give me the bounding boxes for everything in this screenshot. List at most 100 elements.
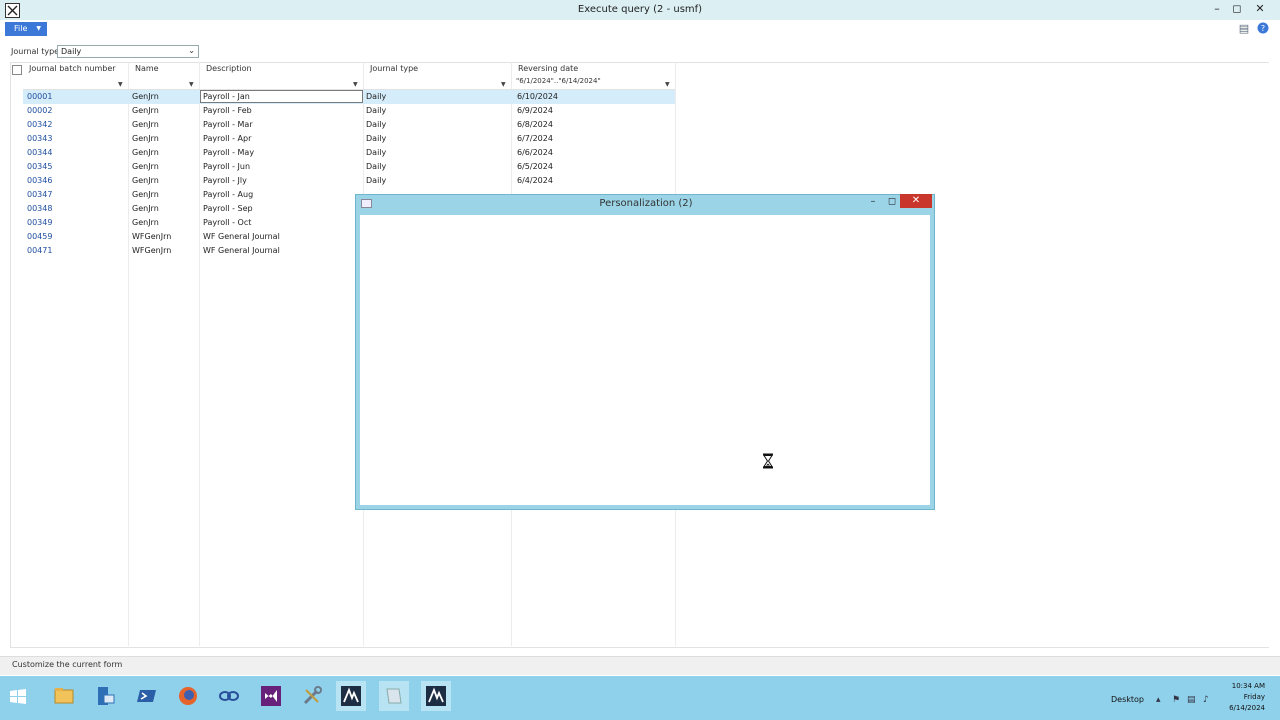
column-header-reversing-date[interactable]: Reversing date [518, 64, 578, 73]
journal-type-select[interactable]: Daily ⌄ [57, 45, 199, 58]
firefox-icon[interactable] [173, 681, 203, 711]
table-row[interactable]: 00345 GenJrn Payroll - Jun Daily 6/5/2024 [23, 160, 675, 174]
name-cell: GenJrn [132, 120, 159, 129]
batch-number-cell: 00343 [27, 134, 53, 143]
popup-minimize-icon[interactable]: – [865, 196, 881, 208]
close-icon[interactable]: ✕ [1249, 1, 1271, 17]
column-header-journal-type[interactable]: Journal type [370, 64, 418, 73]
description-cell: Payroll - Jun [203, 162, 251, 171]
maximize-icon[interactable]: ◻ [1226, 1, 1248, 17]
status-text: Customize the current form [12, 660, 123, 669]
filter-arrow-icon[interactable]: ▼ [353, 81, 358, 88]
powershell-icon[interactable] [132, 681, 162, 711]
chevron-down-icon: ⌄ [188, 46, 195, 55]
popup-body [360, 215, 930, 505]
clock-day: Friday [1243, 693, 1265, 701]
batch-number-cell: 00348 [27, 204, 53, 213]
file-menu-label: File [14, 24, 28, 33]
popup-title: Personalization (2) [599, 198, 693, 209]
table-row[interactable]: 00002 GenJrn Payroll - Feb Daily 6/9/2024 [23, 104, 675, 118]
description-cell: Payroll - Aug [203, 190, 254, 199]
description-cell: Payroll - Jly [203, 176, 247, 185]
select-all-checkbox[interactable] [12, 65, 22, 75]
dynamics-ax-client-icon[interactable] [421, 681, 451, 711]
table-row[interactable]: 00344 GenJrn Payroll - May Daily 6/6/2024 [23, 146, 675, 160]
start-windows-icon[interactable] [3, 681, 33, 711]
name-cell: WFGenJrn [132, 232, 172, 241]
reversing-date-cell: 6/10/2024 [517, 92, 559, 101]
batch-number-cell: 00342 [27, 120, 53, 129]
table-row[interactable]: 00001 GenJrn Payroll - Jan Daily 6/10/2024 [23, 90, 675, 104]
visual-studio-icon[interactable] [256, 681, 286, 711]
desktop-toolbar-label[interactable]: Desktop [1111, 695, 1144, 704]
journal-type-cell: Daily [366, 134, 387, 143]
name-cell: GenJrn [132, 92, 159, 101]
description-cell: WF General Journal [203, 232, 280, 241]
window-menu-icon[interactable] [361, 199, 372, 208]
system-clock[interactable]: 10:34 AM Friday 6/14/2024 [1205, 681, 1265, 714]
name-cell: GenJrn [132, 218, 159, 227]
name-cell: GenJrn [132, 176, 159, 185]
reversing-date-cell: 6/4/2024 [517, 176, 553, 185]
table-row[interactable]: 00342 GenJrn Payroll - Mar Daily 6/8/2024 [23, 118, 675, 132]
journal-type-cell: Daily [366, 176, 387, 185]
reversing-date-cell: 6/9/2024 [517, 106, 553, 115]
window-title-bar: Execute query (2 - usmf) [0, 0, 1280, 21]
batch-number-cell: 00349 [27, 218, 53, 227]
journal-type-label: Journal type: [11, 47, 62, 56]
popup-close-icon[interactable]: ✕ [900, 194, 932, 208]
window-title: Execute query (2 - usmf) [577, 4, 703, 15]
name-cell: GenJrn [132, 134, 159, 143]
status-bar [0, 656, 1280, 675]
name-cell: GenJrn [132, 190, 159, 199]
description-cell: Payroll - Jan [203, 92, 250, 101]
journal-type-cell: Daily [366, 162, 387, 171]
column-header-name[interactable]: Name [135, 64, 159, 73]
server-manager-icon[interactable] [90, 681, 120, 711]
table-row[interactable]: 00343 GenJrn Payroll - Apr Daily 6/7/2024 [23, 132, 675, 146]
tray-expand-icon[interactable]: ▴ [1156, 695, 1161, 705]
chevron-down-icon: ▼ [36, 25, 41, 32]
description-cell: Payroll - Mar [203, 120, 253, 129]
table-row[interactable]: 00346 GenJrn Payroll - Jly Daily 6/4/2024 [23, 174, 675, 188]
menu-bar [0, 20, 1280, 38]
description-cell: Payroll - Oct [203, 218, 252, 227]
network-icon[interactable]: ▤ [1187, 695, 1196, 705]
column-header-batch[interactable]: Journal batch number [29, 64, 116, 73]
name-cell: GenJrn [132, 148, 159, 157]
dynamics-ax-icon[interactable] [336, 681, 366, 711]
link-tool-icon[interactable] [214, 681, 244, 711]
document-app-icon[interactable] [379, 681, 409, 711]
reversing-date-cell: 6/5/2024 [517, 162, 553, 171]
journal-type-cell: Daily [366, 106, 387, 115]
file-explorer-icon[interactable] [49, 681, 79, 711]
journal-type-cell: Daily [366, 120, 387, 129]
popup-maximize-icon[interactable]: ◻ [884, 196, 900, 208]
description-cell: Payroll - Feb [203, 106, 252, 115]
layout-icon[interactable]: ▤ [1237, 22, 1251, 36]
reversing-date-cell: 6/7/2024 [517, 134, 553, 143]
file-menu-button[interactable]: File ▼ [5, 22, 47, 36]
description-cell: WF General Journal [203, 246, 280, 255]
column-header-description[interactable]: Description [206, 64, 252, 73]
svg-text:?: ? [1261, 24, 1265, 33]
personalization-window: Personalization (2) [355, 194, 935, 510]
minimize-icon[interactable]: – [1206, 1, 1228, 17]
batch-number-cell: 00459 [27, 232, 53, 241]
reversing-date-cell: 6/8/2024 [517, 120, 553, 129]
clock-date: 6/14/2024 [1229, 704, 1265, 712]
tray-flag-icon[interactable]: ⚑ [1172, 695, 1180, 705]
reversing-date-filter[interactable]: "6/1/2024".."6/14/2024" [516, 77, 601, 85]
filter-arrow-icon[interactable]: ▼ [501, 81, 506, 88]
filter-arrow-icon[interactable]: ▼ [665, 81, 670, 88]
batch-number-cell: 00345 [27, 162, 53, 171]
name-cell: GenJrn [132, 204, 159, 213]
batch-number-cell: 00002 [27, 106, 53, 115]
help-icon[interactable]: ? [1256, 22, 1270, 36]
filter-arrow-icon[interactable]: ▼ [189, 81, 194, 88]
filter-arrow-icon[interactable]: ▼ [118, 81, 123, 88]
app-icon[interactable] [5, 3, 20, 18]
tools-icon[interactable] [297, 681, 327, 711]
name-cell: GenJrn [132, 162, 159, 171]
name-cell: GenJrn [132, 106, 159, 115]
